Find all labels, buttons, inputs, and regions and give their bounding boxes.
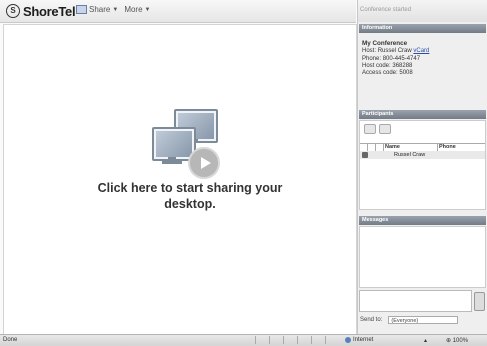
top-toolbar: S ShoreTel Share ▼ More ▼: [0, 0, 356, 23]
message-input[interactable]: [359, 290, 472, 312]
status-text: Done: [3, 337, 18, 343]
share-icon: [76, 5, 87, 14]
conference-status: Conference started: [358, 0, 487, 22]
share-label: Share: [89, 5, 111, 14]
shoretel-logo: S ShoreTel: [6, 3, 76, 19]
send-to-row: Send to: (Everyone): [360, 316, 459, 324]
logo-mark-icon: S: [6, 4, 20, 18]
col-phone: Phone: [439, 144, 456, 150]
mute-icon[interactable]: [364, 124, 376, 134]
access-code-label: Access code:: [362, 70, 398, 77]
zoom-value: 100%: [452, 338, 469, 344]
status-bar: Done Internet ▴ ⊕ 100%: [0, 334, 487, 346]
conference-panel: Conference started Information My Confer…: [357, 0, 487, 334]
vcard-link[interactable]: vCard: [413, 48, 429, 54]
start-sharing-link[interactable]: Click here to start sharing your desktop…: [90, 180, 290, 212]
share-menu-button[interactable]: Share ▼: [76, 5, 118, 14]
conference-info: My Conference Host: Russel Craw vCard Ph…: [362, 40, 484, 77]
col-name: Name: [384, 144, 438, 151]
participants-list: Name Phone Russel Craw: [359, 120, 486, 210]
send-to-label: Send to:: [360, 317, 383, 323]
chevron-down-icon: ▼: [144, 6, 151, 13]
host-code-label: Host code:: [362, 62, 391, 69]
globe-icon: [345, 337, 351, 343]
messages-log: [359, 226, 486, 288]
app-window: S ShoreTel Share ▼ More ▼ Click here to …: [0, 0, 487, 346]
share-desktop-graphic[interactable]: [148, 109, 228, 183]
participant-row[interactable]: Russel Craw: [360, 151, 485, 159]
lock-icon: ▴: [424, 338, 428, 344]
send-to-select[interactable]: (Everyone): [388, 316, 459, 324]
chevron-down-icon: ▼: [112, 6, 119, 13]
phone-label: Phone:: [362, 55, 382, 62]
phone-number: 800-445-4747: [382, 55, 421, 62]
brand-name: ShoreTel: [23, 3, 76, 19]
participants-header: Participants: [359, 110, 486, 119]
phone-icon[interactable]: [379, 124, 391, 134]
more-menu-button[interactable]: More ▼: [124, 5, 150, 14]
messages-header: Messages: [359, 216, 486, 225]
host-label: Host:: [362, 48, 377, 55]
conference-name: My Conference: [362, 40, 408, 47]
host-code: 368288: [392, 62, 413, 69]
information-header: Information: [359, 24, 486, 33]
host-name: Russel Craw: [377, 48, 412, 55]
person-icon: [362, 152, 368, 158]
zone-label: Internet: [353, 337, 374, 343]
play-icon: [188, 147, 220, 179]
access-code: 5008: [399, 70, 413, 77]
desktop-share-area[interactable]: Click here to start sharing your desktop…: [3, 24, 357, 335]
zoom-level[interactable]: ⊕ 100%: [446, 337, 468, 344]
send-button[interactable]: [474, 292, 485, 311]
more-label: More: [124, 5, 143, 14]
participant-name: Russel Craw: [394, 152, 426, 158]
security-zone: Internet: [345, 337, 373, 343]
